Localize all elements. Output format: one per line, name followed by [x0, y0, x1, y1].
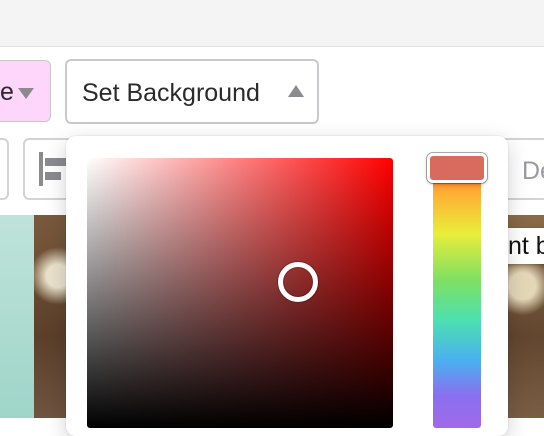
set-background-label: Set Background [82, 79, 260, 107]
toolbar-control-left[interactable] [0, 138, 9, 200]
align-left-icon [39, 152, 69, 186]
color-picker-popover [66, 136, 508, 436]
tooltip-text: nt b [508, 232, 544, 260]
top-bar [0, 0, 544, 47]
right-field-label: De [522, 157, 544, 185]
style-dropdown-button[interactable]: e [0, 60, 51, 122]
hue-slider-handle[interactable] [427, 153, 487, 183]
style-dropdown-label: e [0, 78, 14, 106]
caret-down-icon [18, 88, 34, 99]
set-background-button[interactable]: Set Background [65, 59, 319, 124]
hue-slider[interactable] [433, 158, 481, 428]
saturation-value-handle[interactable] [278, 262, 318, 302]
saturation-value-area[interactable] [87, 158, 393, 428]
caret-up-icon [288, 85, 304, 97]
image-thumbnail-teal[interactable] [0, 215, 34, 418]
